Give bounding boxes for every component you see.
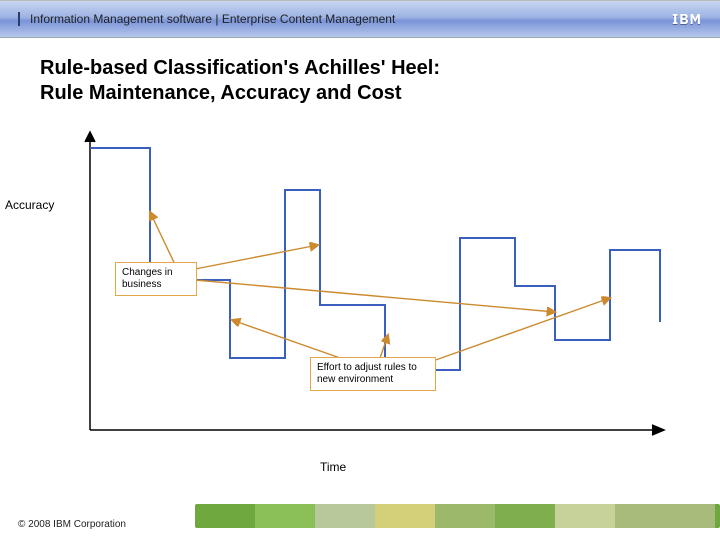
footer-strip-graphic xyxy=(195,504,720,528)
accuracy-line xyxy=(90,148,660,370)
x-axis-label: Time xyxy=(320,460,346,474)
arrows-effort xyxy=(232,298,610,365)
page-title: Rule-based Classification's Achilles' He… xyxy=(40,56,680,106)
y-axis-label: Accuracy xyxy=(5,198,54,212)
footer: © 2008 IBM Corporation xyxy=(0,504,720,540)
pipe-icon xyxy=(18,12,20,26)
header-left: Information Management software | Enterp… xyxy=(18,12,395,26)
header-text: Information Management software | Enterp… xyxy=(30,12,395,26)
title-line-2: Rule Maintenance, Accuracy and Cost xyxy=(40,82,402,104)
slide-header: Information Management software | Enterp… xyxy=(0,0,720,38)
callout-changes: Changes in business xyxy=(115,262,197,296)
arrows-changes xyxy=(150,212,555,312)
ibm-logo: IBM xyxy=(672,10,702,28)
title-line-1: Rule-based Classification's Achilles' He… xyxy=(40,57,440,79)
copyright: © 2008 IBM Corporation xyxy=(18,519,126,530)
callout-effort: Effort to adjust rules to new environmen… xyxy=(310,357,436,391)
